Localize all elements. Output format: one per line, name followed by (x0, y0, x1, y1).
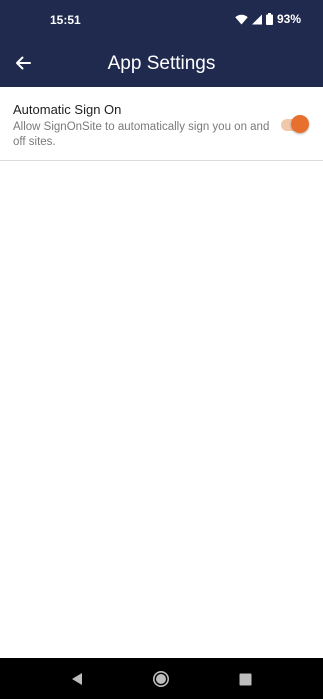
battery-icon (265, 13, 273, 25)
battery-level: 93% (276, 12, 301, 26)
status-icons: 93% (235, 12, 301, 26)
setting-description: Allow SignOnSite to automatically sign y… (13, 121, 270, 148)
status-time: 15:51 (50, 13, 81, 27)
nav-back-icon (72, 673, 82, 685)
nav-recents-icon (239, 673, 251, 685)
setting-title: Automatic Sign On (13, 102, 122, 117)
system-nav-bar (0, 658, 323, 699)
app-bar: App Settings (0, 40, 323, 87)
page-title: App Settings (107, 53, 216, 74)
wifi-icon (235, 14, 248, 24)
signal-icon (251, 14, 262, 24)
automatic-sign-on-toggle[interactable] (281, 115, 309, 135)
nav-home-icon (153, 671, 169, 687)
nav-home-button[interactable] (151, 669, 171, 689)
status-bar: 15:51 93% (0, 0, 323, 40)
settings-content-area (0, 161, 323, 658)
setting-automatic-sign-on[interactable]: Automatic Sign On Allow SignOnSite to au… (0, 87, 323, 161)
nav-recents-button[interactable] (235, 669, 255, 689)
nav-back-button[interactable] (67, 669, 87, 689)
toggle-thumb (291, 115, 309, 133)
